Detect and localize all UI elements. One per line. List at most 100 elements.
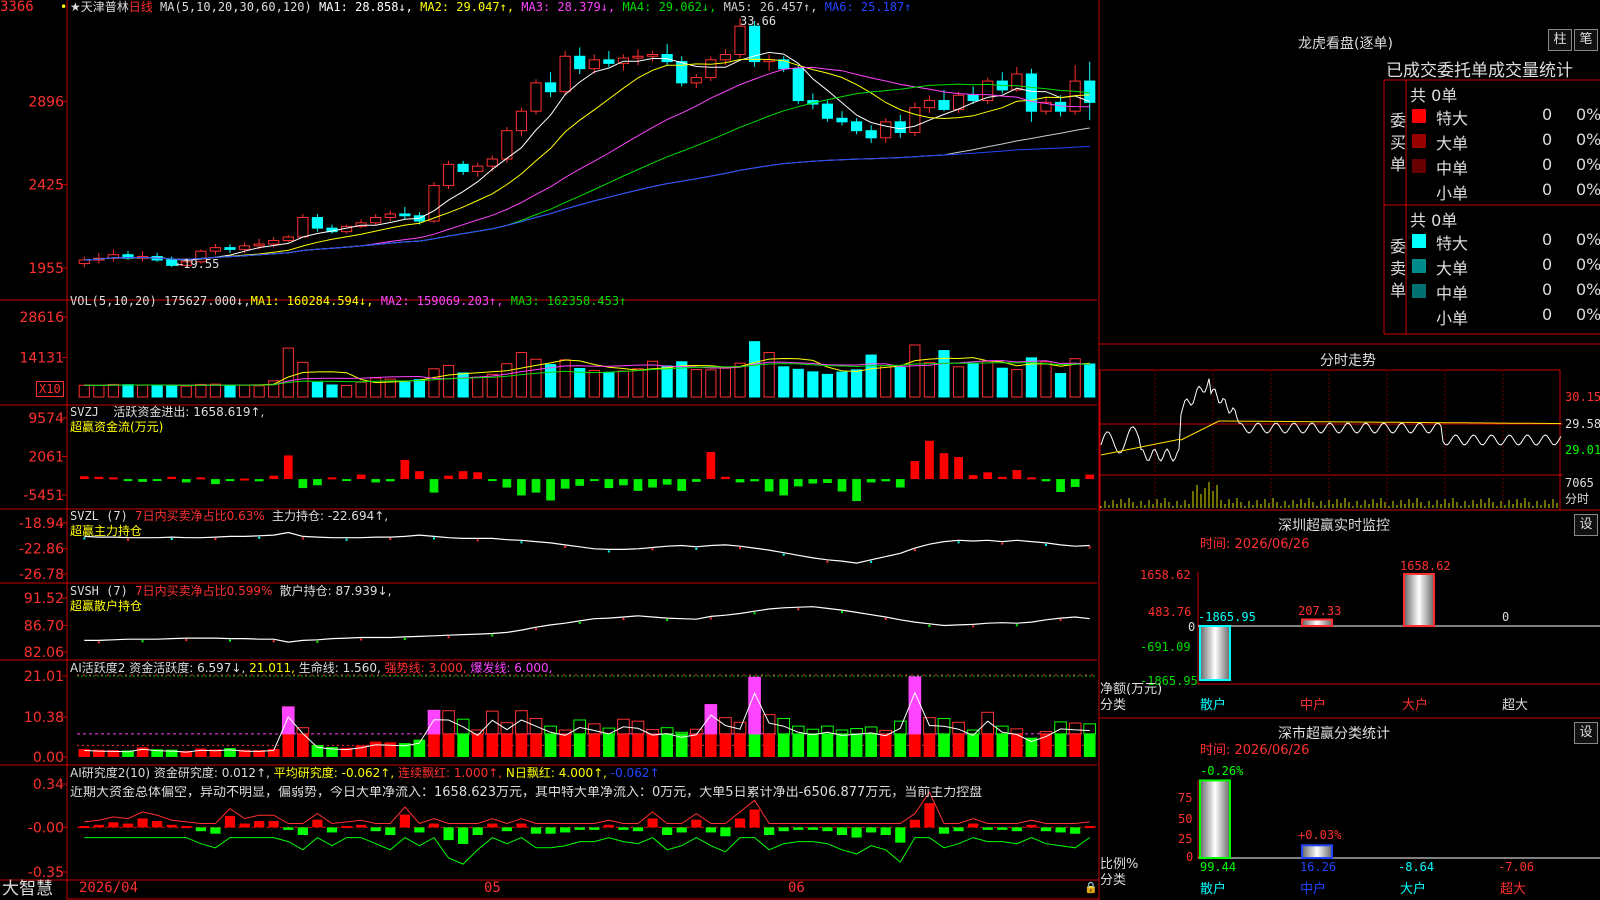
vol-bar-45 — [734, 362, 746, 398]
svzj-bar-19 — [356, 474, 366, 480]
vol-bar-39 — [646, 360, 659, 398]
ai-research-bar-35 — [589, 827, 600, 830]
class-val-2: 16.26 — [1300, 860, 1337, 874]
low-annotation: ←19.55 — [176, 257, 220, 271]
tab-volume-stats[interactable]: 成交量统计 — [1488, 61, 1573, 81]
ai-research-bar-61 — [968, 823, 979, 828]
ai-research-bar-55 — [880, 827, 891, 836]
class-stats-settings-button[interactable]: 设 — [1574, 722, 1598, 744]
ai-research-bar-62 — [982, 827, 993, 830]
ai2-bar-54 — [865, 733, 877, 757]
ai2-bar-57 — [909, 733, 921, 757]
pen-mode-button[interactable]: 笔 — [1574, 29, 1598, 51]
tab-orders[interactable]: 委托单 — [1437, 61, 1488, 81]
candle-body-0 — [78, 259, 90, 265]
svzj-bar-59 — [939, 453, 949, 480]
ai2-bar-39 — [646, 733, 659, 757]
vol-bar-26 — [457, 372, 469, 398]
ai-research-bar-13 — [268, 820, 279, 828]
sell-row-count-1: 0 — [1542, 255, 1553, 274]
vol-axis-1: 14131 — [19, 350, 64, 366]
lock-icon[interactable]: 🔒 — [1084, 881, 1098, 895]
ai-research-bar-37 — [618, 827, 629, 830]
ai2-bar-30 — [515, 733, 528, 757]
ai-research-bar-25 — [443, 827, 454, 841]
candle-body-36 — [603, 59, 615, 64]
tab-filled[interactable]: 已成交 — [1386, 61, 1437, 81]
ai-research-item-4: -0.062↑ — [610, 766, 660, 780]
ma-value-4: MA5: 26.457↑, — [723, 0, 825, 14]
sell-row-pct-3: 0% — [1576, 305, 1600, 324]
class-cat-1: 散户 — [1200, 882, 1227, 897]
svsh-dot-22 — [403, 637, 406, 640]
vol-bar-60 — [952, 366, 965, 398]
svzj-bar-26 — [458, 471, 468, 480]
svzj-bar-31 — [531, 479, 541, 493]
ai2-bar-33 — [559, 733, 571, 757]
svzj-bar-4 — [138, 479, 147, 482]
ai2-bar-top-52 — [835, 729, 849, 735]
svsh-dot-34 — [578, 621, 581, 624]
ai2-bar-37 — [617, 733, 630, 757]
ai-research-bar-59 — [938, 827, 950, 834]
ai-research-item-3: N日飘红: 4.000↑, — [505, 766, 611, 780]
ma5-line — [84, 51, 1090, 261]
svzj-bar-16 — [313, 479, 322, 486]
ai-research-bar-41 — [676, 827, 687, 833]
svzj-bar-39 — [648, 479, 657, 488]
ai-research-bar-8 — [195, 827, 206, 832]
sell-row-name-2: 中单 — [1436, 284, 1469, 303]
period-label[interactable]: 日线 — [129, 0, 153, 14]
ai-research-bar-27 — [472, 827, 483, 836]
ai2-bar-20 — [369, 741, 382, 757]
ai2-bar-top-66 — [1039, 731, 1053, 735]
ai2-bar-55 — [879, 733, 892, 757]
ai-research-bar-42 — [691, 819, 702, 828]
monitor-y-3: 0 — [1188, 620, 1196, 634]
ai2-item-0: 资金活跃度: 6.597↓, — [129, 661, 250, 675]
ai2-item-3: 强势线: 3.000, — [384, 661, 471, 675]
svzj-bar-34 — [575, 479, 585, 486]
ma20-line — [84, 66, 1090, 261]
candle-body-28 — [486, 158, 498, 167]
candle-body-59 — [938, 100, 950, 110]
vol-bar-67 — [1054, 373, 1067, 398]
vol-bar-54 — [865, 354, 877, 398]
ai2-item-1: 21.011, — [249, 661, 299, 675]
svzj-bar-55 — [881, 479, 891, 482]
buy-row-pct-2: 0% — [1576, 155, 1600, 174]
svsh-dot-37 — [622, 617, 625, 620]
svzj-bar-47 — [764, 479, 774, 492]
ai-research-bar-65 — [1026, 824, 1037, 828]
svzl-dot-12 — [258, 536, 261, 539]
monitor-val-4: 0 — [1502, 610, 1510, 624]
bar-mode-button[interactable]: 柱 — [1548, 29, 1572, 51]
ai-research-bar-7 — [181, 826, 192, 829]
svzj-bar-57 — [910, 461, 920, 480]
stage: 2896 2425 1955 28616 14131 9574 2061 -5451 -18.9… — [0, 0, 1600, 900]
intraday-y-3: 29.01 — [1565, 443, 1600, 457]
buy-row-pct-0: 0% — [1576, 105, 1600, 124]
ai-research-bar-68 — [1070, 827, 1081, 834]
intraday-vol-label: 7065 — [1565, 476, 1594, 490]
svzj-bar-51 — [823, 479, 832, 484]
ai2-bar-52 — [836, 733, 848, 757]
ai2-bar-top-50 — [806, 728, 820, 735]
svsh-dot-49 — [797, 608, 800, 611]
candle-body-27 — [472, 165, 484, 172]
buy-row-count-3: 0 — [1542, 180, 1553, 199]
vol-bar-46 — [748, 341, 761, 398]
ai2-item-4: 爆发线: 6.000, — [470, 661, 553, 675]
monitor-title: 深圳超赢实时监控 — [1278, 518, 1390, 534]
sell-row-pct-0: 0% — [1576, 230, 1600, 249]
candle-body-57 — [909, 107, 921, 133]
svsh-dot-16 — [316, 640, 319, 643]
vol-bar-38 — [632, 368, 644, 398]
ai-research-bar-11 — [239, 823, 250, 828]
intraday-y-2: 29.58 — [1565, 417, 1600, 431]
svzj-bar-14 — [283, 455, 293, 480]
monitor-settings-button[interactable]: 设 — [1574, 514, 1598, 536]
buy-row-pct-3: 0% — [1576, 180, 1600, 199]
class-y-3: 25 — [1178, 832, 1193, 846]
stock-name[interactable]: 天津普林 — [81, 0, 129, 14]
